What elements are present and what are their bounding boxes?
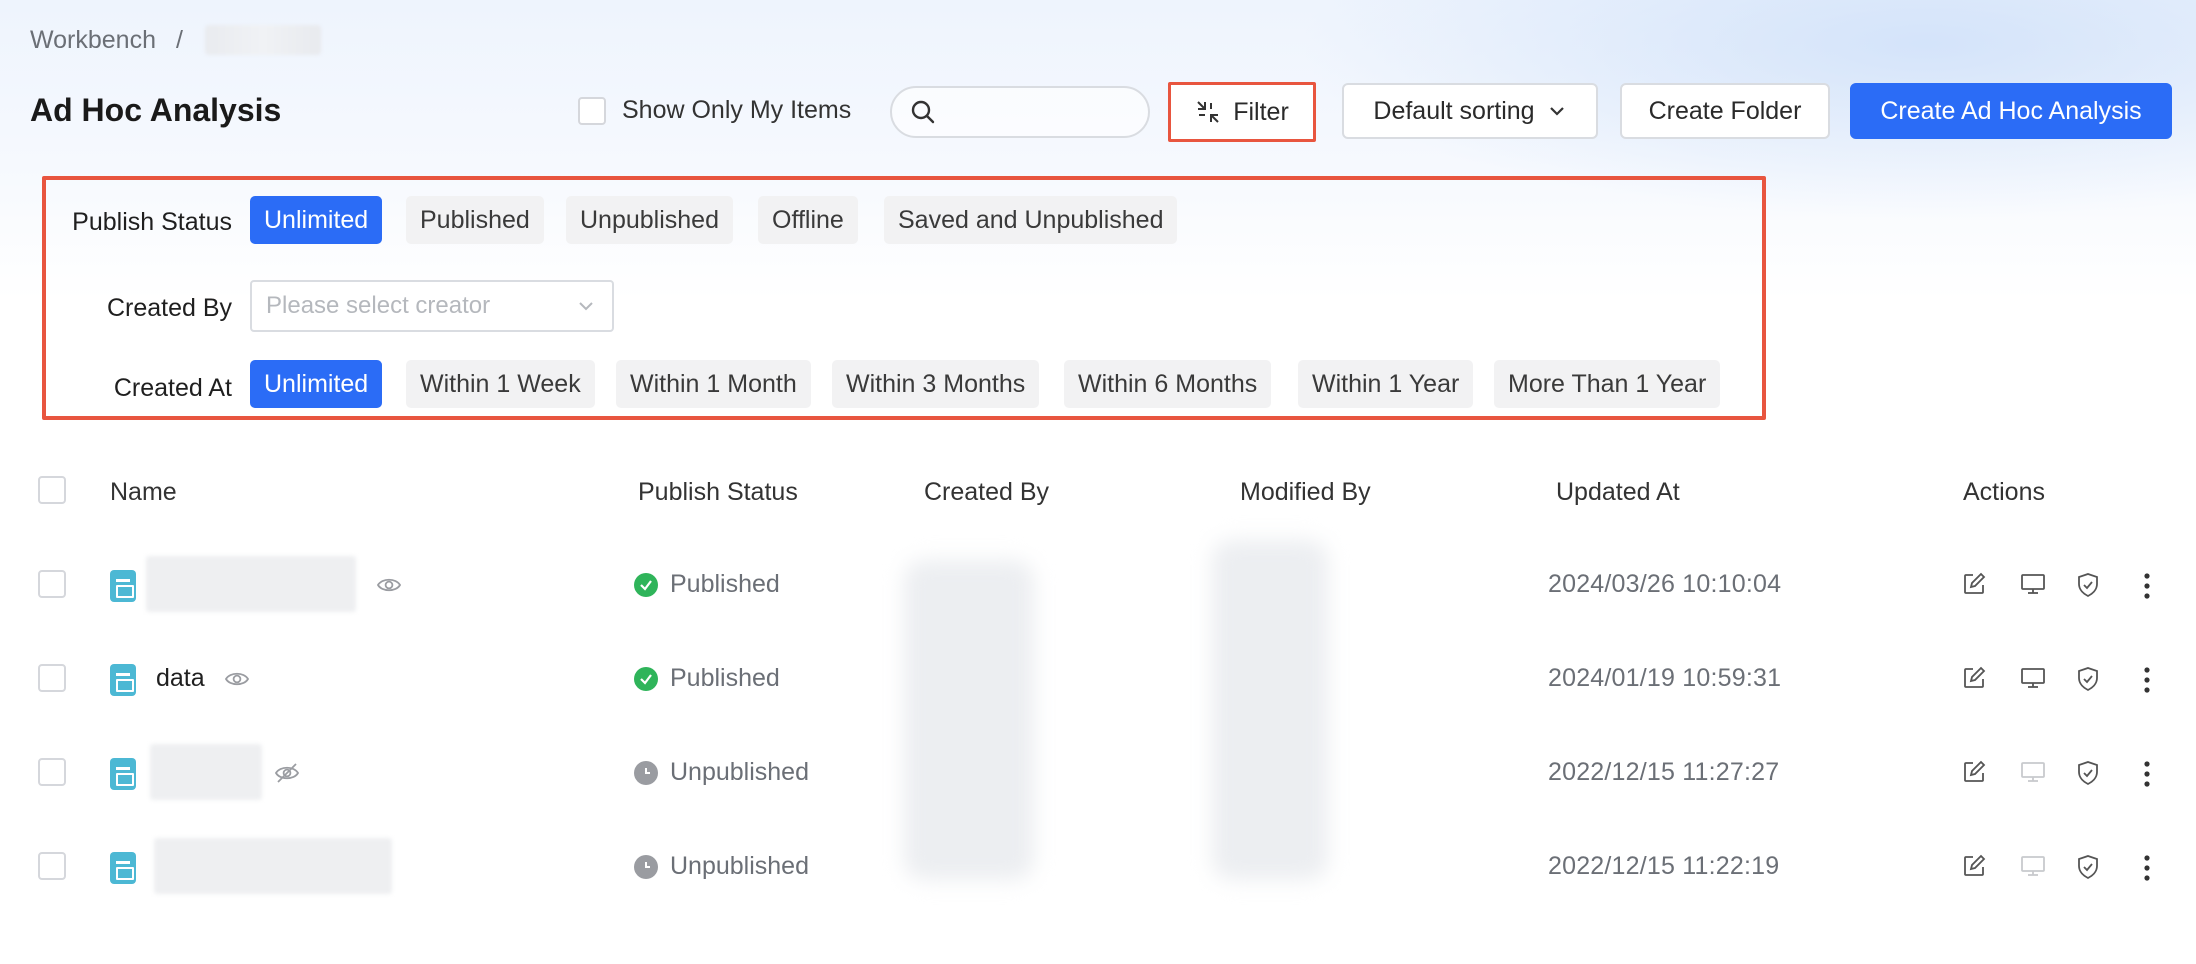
filter-button-label: Filter bbox=[1233, 97, 1289, 126]
analysis-file-icon bbox=[110, 758, 136, 790]
edit-icon[interactable] bbox=[1962, 666, 1986, 690]
row-name-redacted[interactable] bbox=[146, 556, 356, 612]
monitor-icon bbox=[2021, 762, 2045, 782]
eye-icon[interactable] bbox=[224, 666, 250, 692]
shield-check-icon[interactable] bbox=[2076, 572, 2100, 598]
show-only-my-items-label: Show Only My Items bbox=[622, 96, 852, 124]
shield-check-icon[interactable] bbox=[2076, 854, 2100, 880]
check-circle-icon bbox=[634, 572, 658, 597]
more-vertical-icon[interactable] bbox=[2140, 854, 2154, 882]
filter-button[interactable]: Filter bbox=[1168, 82, 1316, 142]
publish-status-option-unlimited[interactable]: Unlimited bbox=[250, 196, 383, 244]
publish-status-text: Unpublished bbox=[670, 852, 809, 880]
shield-check-icon[interactable] bbox=[2076, 760, 2100, 786]
publish-status: Unpublished bbox=[634, 758, 809, 787]
search-input[interactable] bbox=[946, 99, 1136, 125]
created-at-option-1-year[interactable]: Within 1 Year bbox=[1298, 360, 1474, 408]
analysis-file-icon bbox=[110, 664, 136, 696]
created-at-option-3-months[interactable]: Within 3 Months bbox=[832, 360, 1040, 408]
chevron-down-icon bbox=[579, 302, 593, 311]
creator-select[interactable]: Please select creator bbox=[250, 280, 614, 332]
select-all-checkbox[interactable] bbox=[38, 476, 66, 504]
row-name-redacted[interactable] bbox=[154, 838, 392, 894]
more-vertical-icon[interactable] bbox=[2140, 666, 2154, 694]
publish-status-text: Unpublished bbox=[670, 758, 809, 786]
clock-icon bbox=[634, 854, 658, 879]
shield-check-icon[interactable] bbox=[2076, 666, 2100, 692]
publish-status: Published bbox=[634, 570, 780, 599]
collapse-filter-icon bbox=[1197, 101, 1219, 123]
row-checkbox[interactable] bbox=[38, 664, 66, 692]
table-row[interactable]: Unpublished 2022/12/15 11:27:27 bbox=[0, 728, 2196, 818]
row-checkbox[interactable] bbox=[38, 758, 66, 786]
breadcrumb: Workbench / bbox=[30, 24, 321, 56]
breadcrumb-workbench[interactable]: Workbench bbox=[30, 26, 156, 55]
publish-status-option-saved-unpublished[interactable]: Saved and Unpublished bbox=[884, 196, 1178, 244]
column-header-updated-at: Updated At bbox=[1556, 478, 1680, 506]
publish-status-filter-label: Publish Status bbox=[72, 208, 232, 236]
publish-status-option-offline[interactable]: Offline bbox=[758, 196, 858, 244]
create-ad-hoc-analysis-button[interactable]: Create Ad Hoc Analysis bbox=[1850, 83, 2172, 139]
eye-icon[interactable] bbox=[376, 572, 402, 598]
more-vertical-icon[interactable] bbox=[2140, 760, 2154, 788]
monitor-icon bbox=[2021, 856, 2045, 876]
table-row[interactable]: Unpublished 2022/12/15 11:22:19 bbox=[0, 822, 2196, 912]
row-name-redacted[interactable] bbox=[150, 744, 262, 800]
updated-at: 2024/03/26 10:10:04 bbox=[1548, 570, 1782, 598]
filter-panel: Publish Status Unlimited Published Unpub… bbox=[42, 176, 1766, 420]
analysis-file-icon bbox=[110, 852, 136, 884]
edit-icon[interactable] bbox=[1962, 572, 1986, 596]
analysis-file-icon bbox=[110, 570, 136, 602]
search-box[interactable] bbox=[890, 86, 1150, 138]
created-by-filter-label: Created By bbox=[106, 294, 232, 322]
sort-dropdown[interactable]: Default sorting bbox=[1342, 83, 1598, 139]
table-row[interactable]: data Published 2024/01/19 10:59:31 bbox=[0, 634, 2196, 724]
row-checkbox[interactable] bbox=[38, 570, 66, 598]
edit-icon[interactable] bbox=[1962, 760, 1986, 784]
more-vertical-icon[interactable] bbox=[2140, 572, 2154, 600]
column-header-created-by: Created By bbox=[924, 478, 1050, 506]
column-header-actions: Actions bbox=[1963, 478, 2045, 506]
created-at-option-1-month[interactable]: Within 1 Month bbox=[616, 360, 811, 408]
create-folder-button[interactable]: Create Folder bbox=[1620, 83, 1830, 139]
chevron-down-icon bbox=[1549, 107, 1564, 116]
column-header-modified-by: Modified By bbox=[1240, 478, 1371, 506]
publish-status-option-unpublished[interactable]: Unpublished bbox=[566, 196, 733, 244]
table-row[interactable]: Published 2024/03/26 10:10:04 bbox=[0, 540, 2196, 630]
publish-status-text: Published bbox=[670, 570, 780, 598]
column-header-publish-status: Publish Status bbox=[638, 478, 798, 506]
show-only-my-items-toggle[interactable]: Show Only My Items bbox=[578, 96, 851, 125]
publish-status-option-published[interactable]: Published bbox=[406, 196, 544, 244]
breadcrumb-current-redacted bbox=[204, 25, 321, 55]
created-at-option-more-than-1-year[interactable]: More Than 1 Year bbox=[1494, 360, 1721, 408]
publish-status: Unpublished bbox=[634, 852, 809, 881]
publish-status: Published bbox=[634, 664, 780, 693]
monitor-icon[interactable] bbox=[2020, 666, 2046, 690]
eye-off-icon[interactable] bbox=[274, 760, 300, 786]
page-title: Ad Hoc Analysis bbox=[30, 92, 282, 128]
sort-dropdown-label: Default sorting bbox=[1373, 96, 1535, 125]
breadcrumb-separator: / bbox=[176, 25, 183, 54]
created-at-filter-label: Created At bbox=[113, 374, 232, 402]
updated-at: 2024/01/19 10:59:31 bbox=[1548, 664, 1782, 692]
created-at-option-6-months[interactable]: Within 6 Months bbox=[1064, 360, 1272, 408]
show-only-my-items-checkbox[interactable] bbox=[578, 96, 606, 125]
search-icon bbox=[911, 100, 935, 124]
check-circle-icon bbox=[634, 666, 658, 691]
row-checkbox[interactable] bbox=[38, 852, 66, 880]
monitor-icon[interactable] bbox=[2020, 572, 2046, 596]
clock-icon bbox=[634, 760, 658, 785]
creator-select-placeholder: Please select creator bbox=[266, 292, 491, 319]
edit-icon[interactable] bbox=[1962, 854, 1986, 878]
created-at-option-1-week[interactable]: Within 1 Week bbox=[406, 360, 595, 408]
updated-at: 2022/12/15 11:27:27 bbox=[1548, 758, 1780, 786]
row-name[interactable]: data bbox=[156, 664, 205, 693]
column-header-name: Name bbox=[110, 478, 177, 506]
created-at-option-unlimited[interactable]: Unlimited bbox=[250, 360, 383, 408]
publish-status-text: Published bbox=[670, 664, 780, 692]
updated-at: 2022/12/15 11:22:19 bbox=[1548, 852, 1780, 880]
